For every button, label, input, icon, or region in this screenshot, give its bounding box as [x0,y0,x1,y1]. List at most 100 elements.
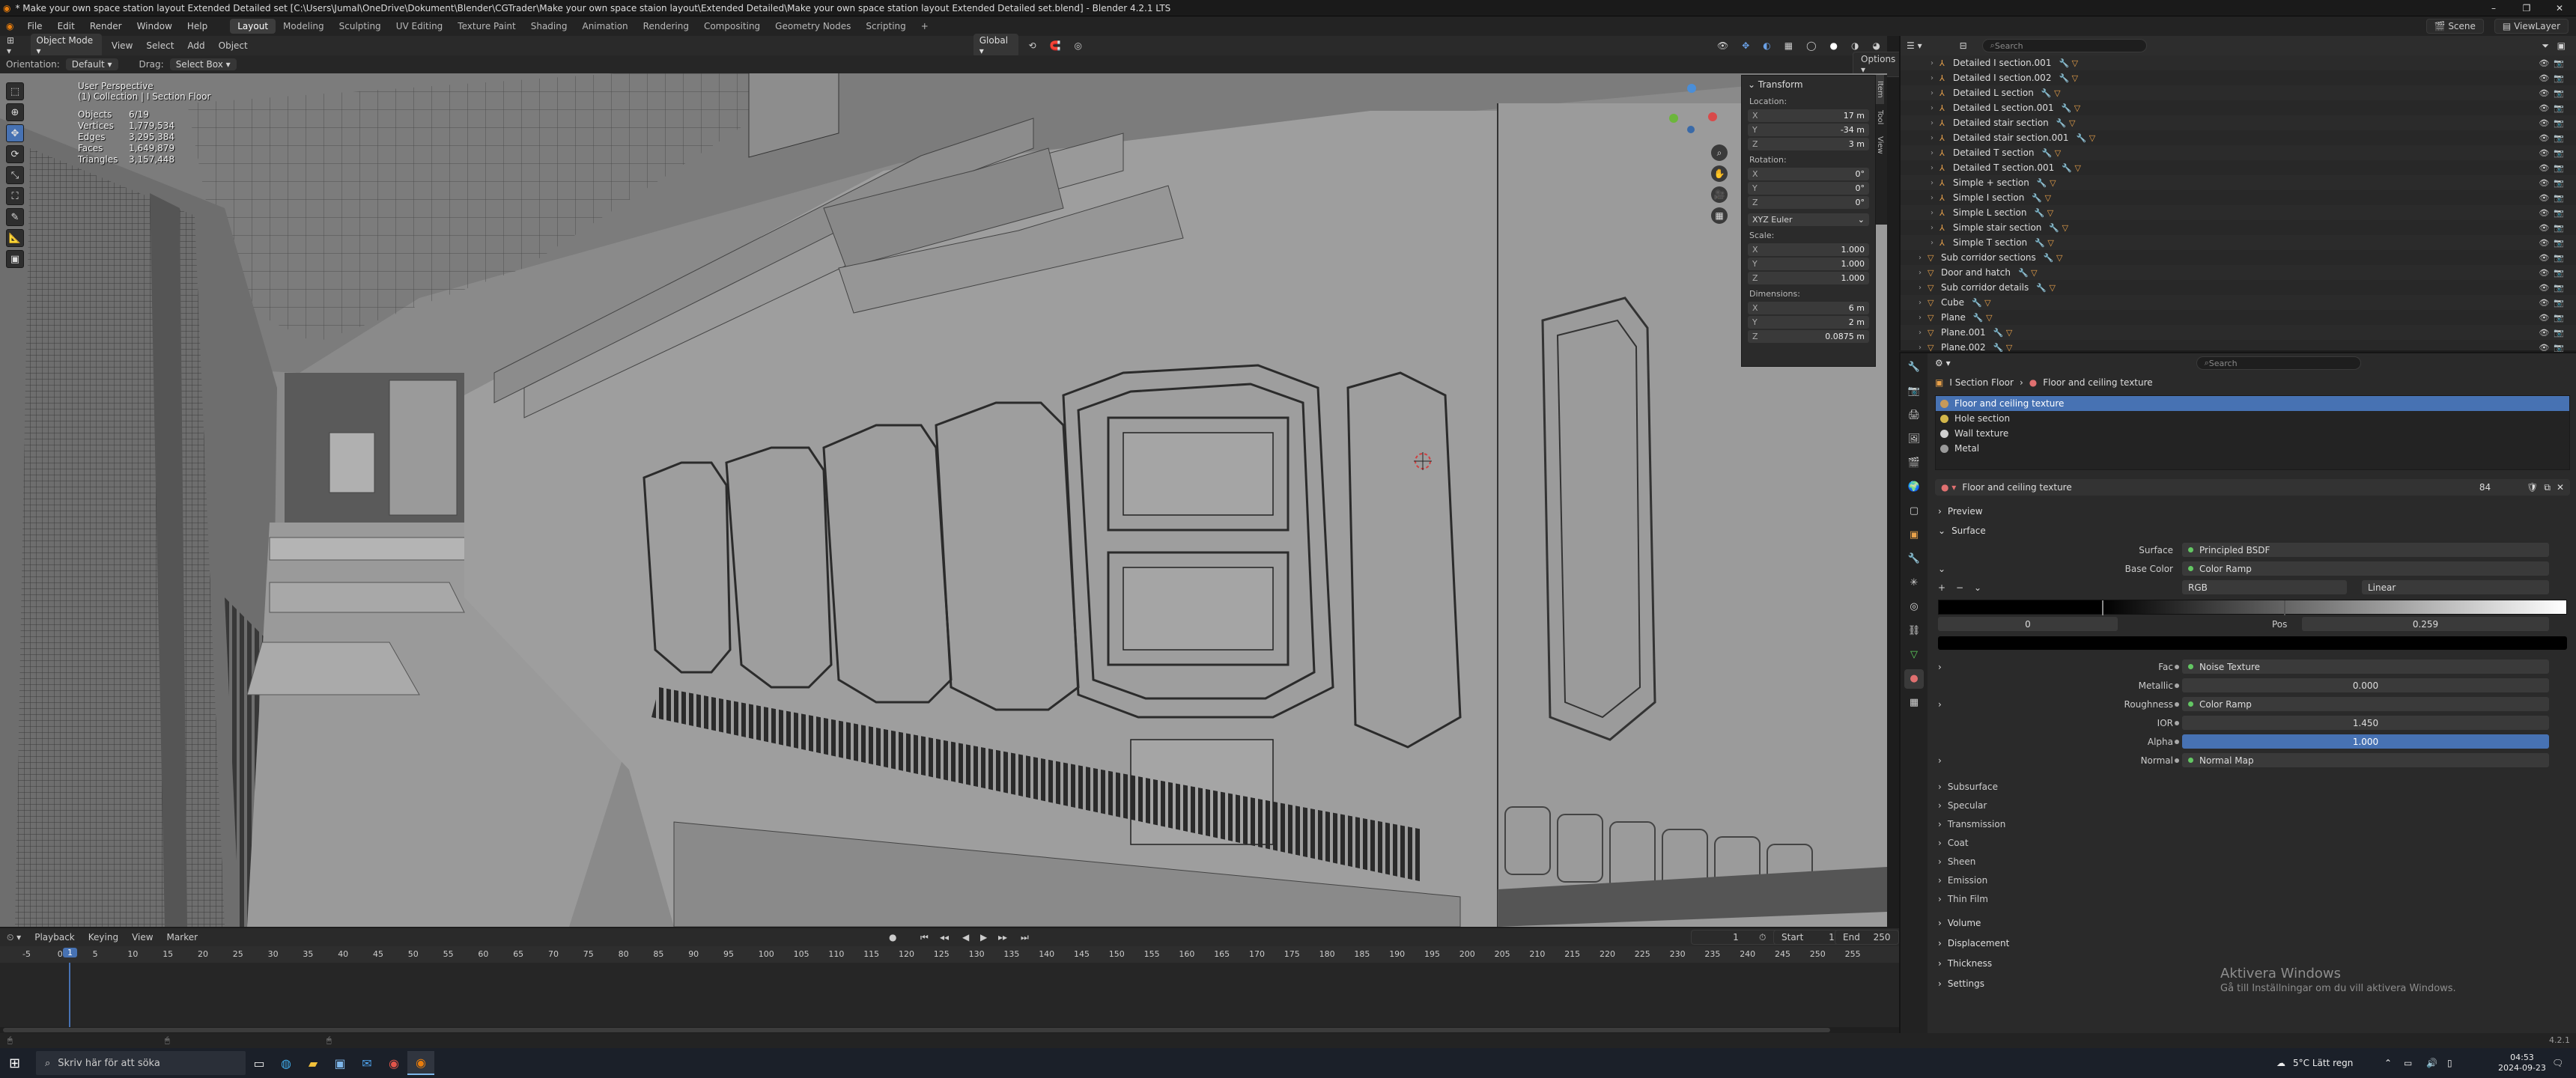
minimize-button[interactable]: – [2477,0,2510,16]
tab-modeling[interactable]: Modeling [276,19,332,34]
ramp-stop-index[interactable]: 0 [1938,617,2118,631]
subpanel-header[interactable]: › Subsurface [1928,777,2576,796]
mode-selector[interactable]: Object Mode ▾ [30,34,102,58]
ramp-color-mode[interactable]: RGB [2182,580,2347,594]
scale-x-field[interactable]: X 1.000 [1748,243,1869,256]
expand-caret-icon[interactable]: › [1919,269,1928,277]
output-tab-icon[interactable]: 🖨 [1904,406,1924,425]
next-key-icon[interactable]: ▸▸ [991,932,1014,943]
collection-tab-icon[interactable]: ▢ [1904,502,1924,521]
weather-text[interactable]: 5°C Lätt regn [2293,1058,2353,1068]
visibility-toggles[interactable]: 👁📷 [2539,58,2569,68]
material-slot[interactable]: Hole section [1936,411,2569,426]
outliner-row[interactable]: › ⅄ Detailed stair section.001 🔧 ▽ 👁📷 [1901,130,2576,145]
socket-icon[interactable] [2175,683,2179,688]
orientation-dropdown[interactable]: Default ▾ [65,58,118,70]
shading-wireframe-icon[interactable]: ◯ [1799,40,1823,51]
outliner-row[interactable]: › ⅄ Detailed L section.001 🔧 ▽ 👁📷 [1901,100,2576,115]
menu-add[interactable]: Add [180,40,211,51]
shading-rendered-icon[interactable]: ◕ [1866,40,1887,51]
ramp-pos-field[interactable]: 0.259 [2302,617,2549,631]
rotation-z-field[interactable]: Z 0° [1748,196,1869,209]
menu-marker[interactable]: Marker [160,932,204,943]
panel-header[interactable]: › Volume [1928,913,2576,933]
world-tab-icon[interactable]: 🌍 [1904,478,1924,497]
input-field[interactable]: 1.000 [2182,734,2549,749]
rotation-mode-dropdown[interactable]: XYZ Euler ⌄ [1748,213,1869,226]
expand-caret-icon[interactable]: › [1931,224,1939,232]
outliner-row[interactable]: › ⅄ Detailed I section.001 🔧 ▽ 👁📷 [1901,55,2576,70]
ramp-interpolation[interactable]: Linear [2362,580,2549,594]
expand-caret-icon[interactable]: › [1931,209,1939,217]
editor-type-icon[interactable]: ⊞ ▾ [0,35,28,56]
timeline-ruler[interactable]: -5 0 5 10 15 20 25 30 35 40 45 50 55 60 65 70 75 80 85 90 95… [0,946,1899,963]
base-color-field[interactable]: Color Ramp [2182,561,2549,576]
sidebar-tab-item[interactable]: Item [1876,75,1884,104]
expand-caret-icon[interactable]: › [1919,314,1928,322]
expand-caret-icon[interactable]: › [1931,74,1939,82]
socket-icon[interactable] [2175,720,2179,725]
outliner-row[interactable]: › ⅄ Detailed stair section 🔧 ▽ 👁📷 [1901,115,2576,130]
chrome-icon[interactable]: ◉ [380,1051,407,1075]
input-field[interactable]: Color Ramp [2182,697,2549,711]
outliner-row[interactable]: › ⅄ Detailed T section 🔧 ▽ 👁📷 [1901,145,2576,160]
subpanel-header[interactable]: › Thin Film [1928,889,2576,908]
visibility-icon[interactable]: 👁 [1710,40,1735,51]
tab-uv-editing[interactable]: UV Editing [389,19,451,34]
input-field[interactable]: 1.450 [2182,716,2549,730]
clock[interactable]: 04:53 2024-09-23 [2498,1053,2546,1074]
expand-caret-icon[interactable]: › [1931,149,1939,157]
dimensions-x-field[interactable]: X 6 m [1748,302,1869,314]
scrollbar-thumb[interactable] [3,1028,1830,1032]
view-layer-selector[interactable]: ▤ ViewLayer [2494,19,2569,34]
move-tool-icon[interactable]: ✥ [6,124,24,142]
menu-object[interactable]: Object [212,40,255,51]
tab-geometry-nodes[interactable]: Geometry Nodes [768,19,858,34]
tab-layout[interactable]: Layout [230,19,276,34]
overlay-toggle-icon[interactable]: ◐ [1756,40,1777,51]
chevron-down-icon[interactable]: ⌄ [1938,564,1945,574]
windows-start-icon[interactable]: ⊞ [9,1056,20,1071]
add-stop-icon[interactable]: + [1938,582,1945,593]
expand-caret-icon[interactable]: › [1919,284,1928,292]
input-field[interactable]: Normal Map [2182,753,2549,767]
scene-selector[interactable]: 🎬 Scene [2425,19,2484,34]
gizmo-y-axis-icon[interactable] [1687,84,1696,93]
visibility-toggles[interactable]: 👁📷 [2539,268,2569,278]
socket-icon[interactable] [2175,664,2179,669]
rotation-x-field[interactable]: X 0° [1748,168,1869,180]
chevron-right-icon[interactable]: › [1938,755,1942,766]
subpanel-header[interactable]: › Transmission [1928,814,2576,833]
outliner-row[interactable]: › ▽ Plane.001 🔧 ▽ 👁📷 [1901,325,2576,340]
timeline-body[interactable] [0,963,1899,1033]
ramp-stop-white[interactable] [2283,600,2285,615]
shading-solid-icon[interactable]: ● [1823,40,1844,51]
remove-stop-icon[interactable]: − [1956,582,1963,593]
visibility-toggles[interactable]: 👁📷 [2539,88,2569,98]
tab-shading[interactable]: Shading [523,19,575,34]
end-frame-field[interactable]: End 250 [1835,930,1899,945]
tab-compositing[interactable]: Compositing [696,19,768,34]
transform-tool-icon[interactable]: ⛶ [6,187,24,205]
color-ramp-gradient[interactable] [1938,600,2567,615]
outliner-row[interactable]: › ⅄ Detailed I section.002 🔧 ▽ 👁📷 [1901,70,2576,85]
preview-range-icon[interactable]: ⏱ [1752,932,1772,943]
outliner-search-input[interactable]: ⌕ Search [1981,39,2147,52]
menu-playback[interactable]: Playback [28,932,82,943]
taskbar-search-input[interactable]: ⌕ Skriv här för att söka [36,1051,246,1075]
material-slot[interactable]: Wall texture [1936,426,2569,441]
zoom-icon[interactable]: ⌕ [1711,144,1728,161]
gizmo-toggle-icon[interactable]: ✥ [1735,40,1756,51]
subpanel-header[interactable]: › Coat [1928,833,2576,852]
surface-shader-field[interactable]: Principled BSDF [2182,543,2549,557]
pivot-icon[interactable]: ⟲ [1021,40,1042,51]
menu-keying[interactable]: Keying [82,932,125,943]
tab-animation[interactable]: Animation [574,19,635,34]
pan-hand-icon[interactable]: ✋ [1711,165,1728,182]
data-tab-icon[interactable]: ▽ [1904,645,1924,665]
chevron-right-icon[interactable]: › [1938,662,1942,672]
gizmo-neg-y-icon[interactable] [1687,126,1695,133]
expand-caret-icon[interactable]: › [1931,164,1939,172]
expand-caret-icon[interactable]: › [1931,194,1939,202]
drag-dropdown[interactable]: Select Box ▾ [169,58,237,70]
